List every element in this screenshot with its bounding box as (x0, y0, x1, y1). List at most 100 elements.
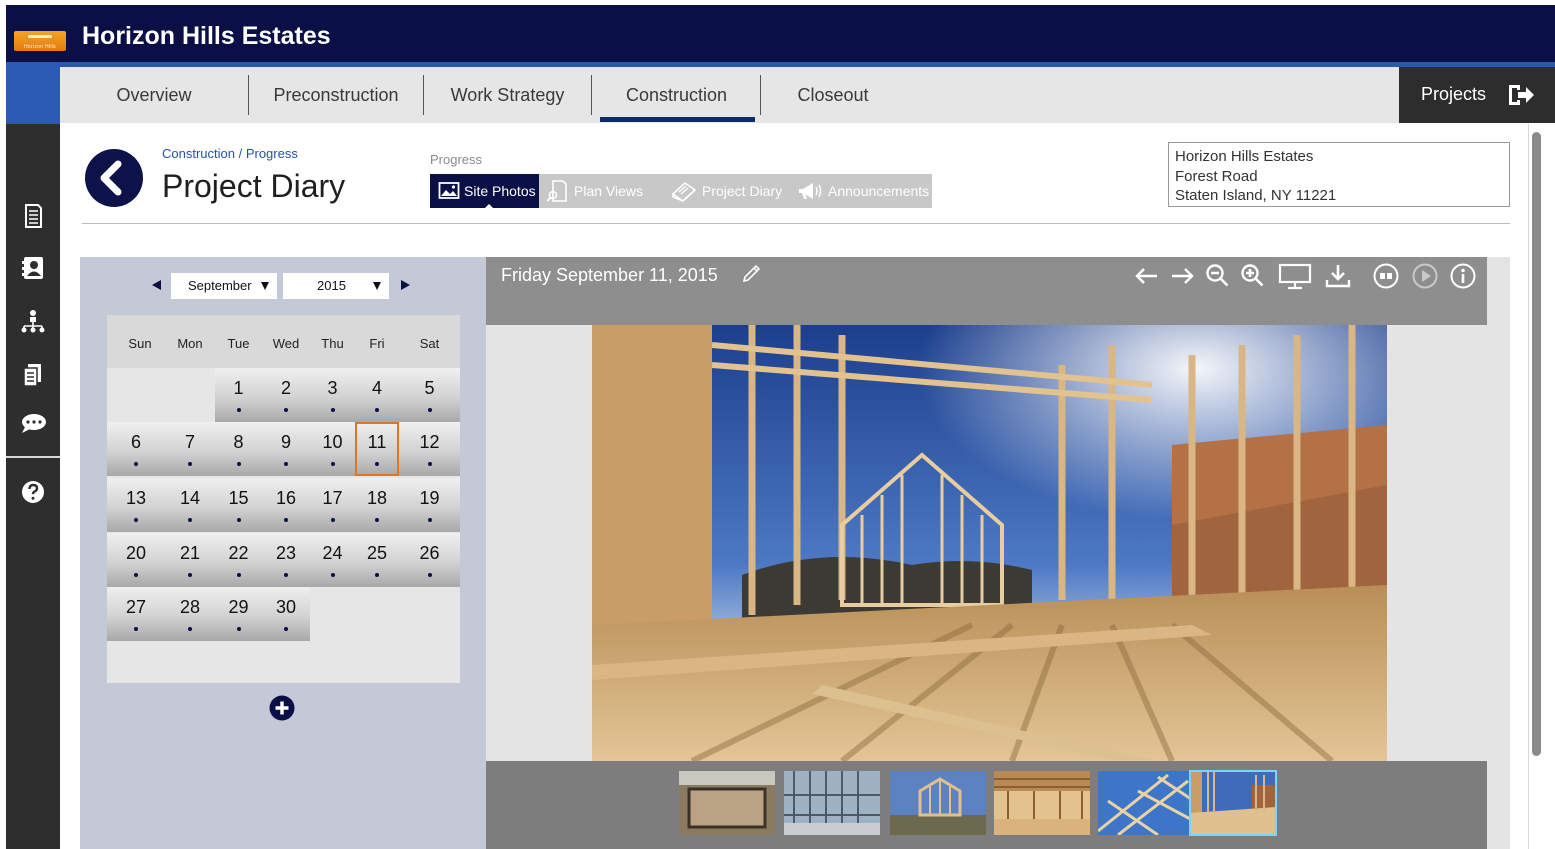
calendar-day[interactable]: 16 (262, 478, 310, 532)
segment-project-diary[interactable]: Project Diary (670, 174, 796, 208)
calendar-day[interactable]: 2 (262, 368, 310, 422)
segment-announcements[interactable]: Announcements (796, 174, 932, 208)
entry-indicator-dot (236, 518, 241, 522)
zoom-in-icon[interactable] (1239, 262, 1267, 290)
chevron-left-icon (100, 160, 122, 196)
calendar-day[interactable]: 15 (215, 478, 262, 532)
play-icon[interactable] (1411, 262, 1439, 290)
sidebar-divider (6, 456, 60, 458)
thumbnail-2[interactable] (784, 771, 880, 835)
back-button[interactable] (85, 149, 143, 207)
calendar-day[interactable]: 17 (310, 478, 355, 532)
segment-label-site-photos: Site Photos (464, 183, 536, 199)
calendar-day[interactable]: 28 (165, 587, 215, 641)
weekday-label: Mon (177, 336, 203, 351)
calendar-day[interactable]: 22 (215, 533, 262, 587)
calendar-day[interactable]: 20 (107, 533, 165, 587)
tab-construction[interactable]: Construction (592, 67, 761, 123)
zoom-out-icon[interactable] (1204, 262, 1232, 290)
entry-indicator-dot (188, 462, 192, 466)
chat-icon[interactable] (19, 410, 47, 438)
calendar-day-number: 29 (228, 597, 249, 617)
projects-label: Projects (1421, 84, 1487, 104)
calendar-day-number: 20 (125, 543, 147, 563)
calendar-day[interactable]: 30 (262, 587, 310, 641)
org-chart-icon[interactable] (19, 308, 47, 336)
calendar-day-number: 16 (275, 488, 297, 508)
thumbnail-6[interactable] (1189, 770, 1277, 836)
calendar-day[interactable]: 12 (399, 422, 460, 476)
thumbnail-3[interactable] (890, 771, 986, 835)
calendar-day[interactable]: 13 (107, 478, 165, 532)
calendar-day-number: 10 (322, 432, 343, 452)
calendar-day[interactable]: 14 (165, 478, 215, 532)
download-icon[interactable] (1324, 262, 1352, 290)
monitor-icon[interactable] (1278, 262, 1312, 290)
calendar-day[interactable]: 19 (399, 478, 460, 532)
thumbnail-5[interactable] (1098, 771, 1194, 835)
year-select[interactable]: 2015 (283, 273, 389, 299)
calendar-day[interactable]: 11 (355, 422, 399, 476)
page-scrollbar-thumb[interactable] (1532, 132, 1541, 756)
thumbnail-1[interactable] (679, 771, 775, 835)
calendar-day[interactable]: 21 (165, 533, 215, 587)
breadcrumb[interactable]: Construction / Progress (162, 146, 298, 161)
tab-work-strategy[interactable]: Work Strategy (424, 67, 591, 123)
segment-plan-views[interactable]: Plan Views (546, 174, 662, 208)
calendar-day[interactable]: 9 (262, 422, 310, 476)
calendar-day[interactable]: 3 (310, 368, 355, 422)
calendar-day[interactable]: 8 (215, 422, 262, 476)
slideshow-icon[interactable] (1372, 262, 1400, 290)
calendar-day[interactable]: 29 (215, 587, 262, 641)
previous-month-icon[interactable] (152, 280, 161, 290)
calendar-day[interactable]: 1 (215, 368, 262, 422)
add-entry-icon[interactable] (269, 695, 295, 721)
app-root: Horizon Hills Horizon Hills Estates Over… (0, 0, 1555, 849)
weekday-label: Tue (227, 336, 250, 351)
logout-icon[interactable] (1507, 82, 1535, 108)
calendar-day[interactable]: 18 (355, 478, 399, 532)
calendar-day[interactable]: 7 (165, 422, 215, 476)
calendar-day-number: 7 (184, 432, 195, 452)
entry-indicator-dot (427, 462, 432, 466)
edit-pencil-icon[interactable] (740, 263, 762, 285)
address-line-3: Staten Island, NY 11221 (1175, 187, 1337, 204)
calendar-day[interactable]: 27 (107, 587, 165, 641)
main-photo[interactable] (592, 325, 1387, 761)
project-address-box: Horizon Hills Estates Forest Road Staten… (1168, 142, 1510, 207)
next-month-icon[interactable] (401, 280, 410, 290)
entry-indicator-dot (284, 408, 288, 412)
month-select[interactable]: September (171, 273, 277, 299)
calendar-day[interactable]: 10 (310, 422, 355, 476)
contacts-icon[interactable] (19, 254, 47, 282)
chevron-down-icon (261, 282, 269, 290)
segment-site-photos[interactable]: Site Photos (430, 174, 539, 208)
help-icon[interactable] (19, 478, 47, 506)
tab-preconstruction[interactable]: Preconstruction (249, 67, 423, 123)
entry-indicator-dot (236, 573, 241, 577)
left-sidebar (6, 124, 60, 849)
tab-closeout[interactable]: Closeout (761, 67, 905, 123)
calendar-day[interactable]: 6 (107, 422, 165, 476)
calendar-day[interactable]: 23 (262, 533, 310, 587)
entry-indicator-dot (330, 573, 335, 577)
arrow-right-icon[interactable] (1168, 262, 1196, 290)
calendar-day-number: 26 (419, 543, 440, 563)
tab-overview[interactable]: Overview (60, 67, 248, 123)
calendar-day-number: 13 (125, 488, 147, 508)
calendar-day[interactable]: 26 (399, 533, 460, 587)
document-icon[interactable] (19, 202, 47, 230)
info-icon[interactable] (1449, 262, 1477, 290)
calendar-day[interactable]: 4 (355, 368, 399, 422)
logo-mark (28, 35, 52, 38)
calendar-day[interactable]: 25 (355, 533, 399, 587)
files-icon[interactable] (19, 360, 47, 388)
projects-button[interactable]: Projects (1399, 67, 1555, 123)
arrow-left-icon[interactable] (1133, 262, 1161, 290)
thumbnail-4[interactable] (994, 771, 1090, 835)
calendar-day[interactable]: 5 (399, 368, 460, 422)
calendar-day[interactable]: 24 (310, 533, 355, 587)
app-logo[interactable]: Horizon Hills (14, 31, 66, 51)
entry-indicator-dot (134, 518, 138, 522)
entry-indicator-dot (375, 408, 379, 412)
